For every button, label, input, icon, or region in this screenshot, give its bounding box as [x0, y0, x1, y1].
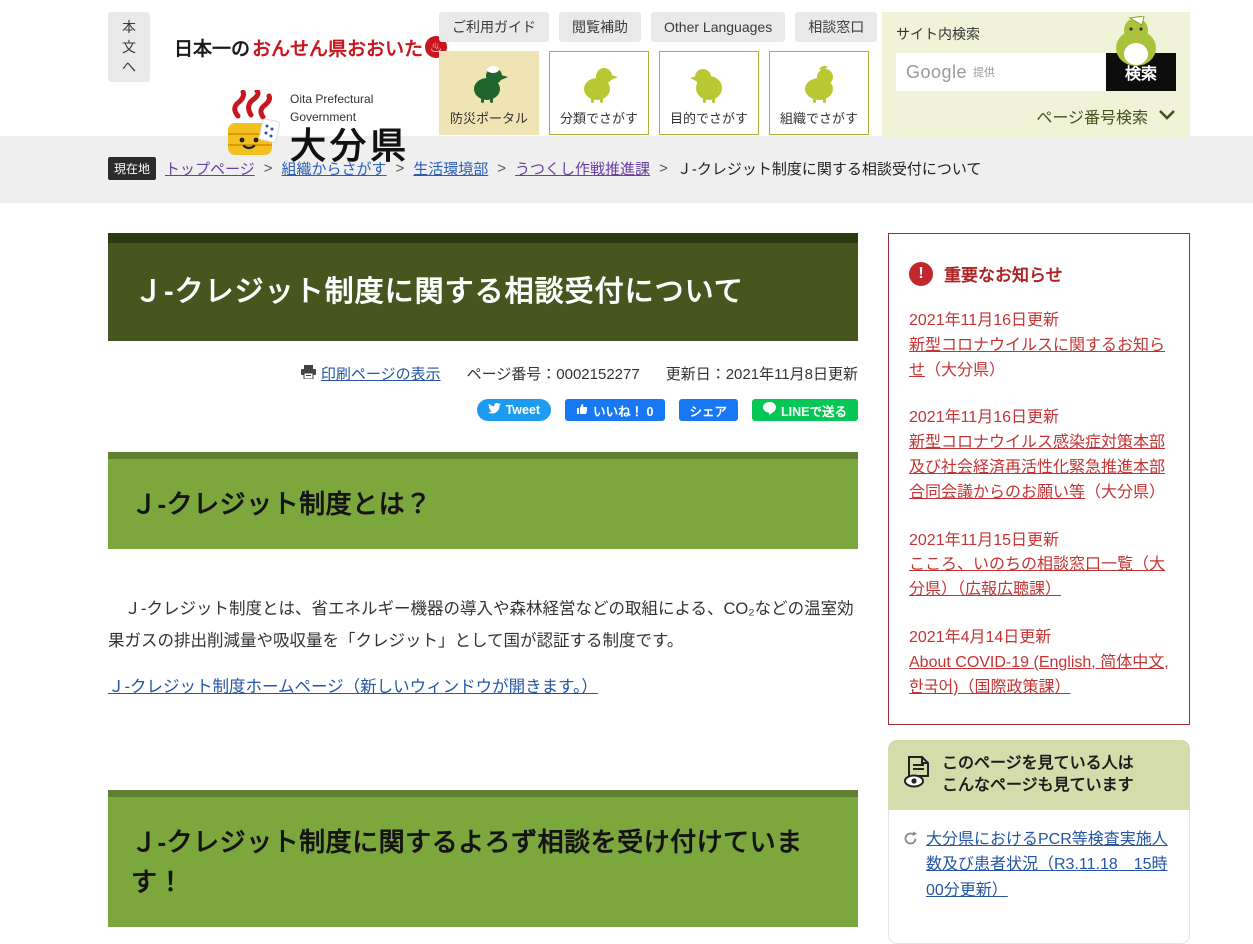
breadcrumb-current-page: Ｊ-クレジット制度に関する相談受付について [677, 158, 982, 179]
breadcrumb-strip: 現在地 トップページ > 組織からさがす > 生活環境部 > うつくし作戦推進課… [0, 136, 1253, 203]
jcredit-homepage-link-row: Ｊ-クレジット制度ホームページ（新しいウィンドウが開きます。） [108, 673, 858, 697]
notice-suffix: （大分県） [925, 362, 1005, 379]
tweet-button[interactable]: Tweet [477, 399, 552, 421]
site-search-panel: サイト内検索 Google [882, 12, 1190, 138]
page-meta-row: 印刷ページの表示 ページ番号：0002152277 更新日：2021年11月8日… [108, 363, 858, 384]
breadcrumb-link-department[interactable]: 生活環境部 [413, 158, 488, 179]
search-by-category-button[interactable]: 分類でさがす [549, 51, 649, 135]
icon-button-label: 組織でさがす [780, 108, 858, 127]
nav-button-other-languages[interactable]: Other Languages [651, 12, 785, 42]
disaster-portal-button[interactable]: 防災ポータル [439, 51, 539, 135]
breadcrumb-link-division[interactable]: うつくし作戦推進課 [515, 158, 650, 179]
related-pages-body: 大分県におけるPCR等検査実施人数及び患者状況（R3.11.18 15時00分更… [888, 810, 1190, 944]
google-logo: Google [906, 62, 967, 83]
line-share-label: LINEで送る [781, 401, 847, 420]
oita-mascot-icon [220, 90, 284, 165]
nav-button-consultation[interactable]: 相談窓口 [795, 12, 877, 42]
related-pages-title-line2: こんなページも見ています [942, 777, 1134, 794]
skip-to-content-button[interactable]: 本文へ [108, 12, 150, 82]
related-pages-box: このページを見ている人は こんなページも見ています 大分県におけるPCR等検査実… [888, 740, 1190, 944]
page-title: Ｊ-クレジット制度に関する相談受付について [108, 233, 858, 341]
related-page-link-pcr[interactable]: 大分県におけるPCR等検査実施人数及び患者状況（R3.11.18 15時00分更… [926, 827, 1175, 904]
bird-mascot-icon [799, 65, 839, 106]
icon-button-label: 防災ポータル [450, 108, 528, 127]
like-label: いいね！ 0 [593, 401, 653, 420]
share-label: シェア [690, 401, 728, 420]
notice-item: 2021年11月16日更新 新型コロナウイルスに関するお知らせ（大分県） [909, 309, 1169, 383]
site-logo[interactable]: Oita Prefectural Government 大分県 [220, 90, 413, 166]
notice-date: 2021年4月14日更新 [909, 626, 1169, 651]
notice-date: 2021年11月16日更新 [909, 309, 1169, 334]
nav-button-user-guide[interactable]: ご利用ガイド [439, 12, 549, 42]
current-location-badge: 現在地 [108, 157, 156, 180]
page-number-search-toggle[interactable]: ページ番号検索 [896, 104, 1176, 128]
page-views-icon [902, 756, 932, 795]
search-by-organization-button[interactable]: 組織でさがす [769, 51, 869, 135]
prefecture-slogan: 日本一のおんせん県おおいた ♨ [174, 34, 447, 61]
slogan-prefix: 日本一の [174, 34, 250, 61]
icon-button-label: 分類でさがす [560, 108, 638, 127]
facebook-share-button[interactable]: シェア [679, 399, 739, 421]
facebook-like-button[interactable]: いいね！ 0 [565, 399, 664, 421]
site-search-input[interactable]: Google 提供 [896, 53, 1106, 91]
breadcrumb-link-top[interactable]: トップページ [165, 158, 255, 179]
notice-item: 2021年11月15日更新 こころ、いのちの相談窓口一覧（大分県）（広報広聴課） [909, 529, 1169, 603]
icon-button-label: 目的でさがす [670, 108, 748, 127]
important-notices-box: ! 重要なお知らせ 2021年11月16日更新 新型コロナウイルスに関するお知ら… [888, 233, 1190, 725]
notice-suffix-link[interactable]: （国際政策課） [959, 679, 1071, 696]
slogan-main: おんせん県おおいた [252, 34, 423, 61]
breadcrumb-separator: > [264, 160, 273, 177]
notice-item: 2021年11月16日更新 新型コロナウイルス感染症対策本部及び社会経済再活性化… [909, 406, 1169, 505]
social-share-row: Tweet いいね！ 0 シェア LINEで送る [108, 399, 858, 421]
page-number-search-label: ページ番号検索 [1036, 104, 1148, 128]
notice-date: 2021年11月15日更新 [909, 529, 1169, 554]
breadcrumb-separator: > [659, 160, 668, 177]
breadcrumb-separator: > [497, 160, 506, 177]
updated-date: 更新日：2021年11月8日更新 [666, 363, 858, 384]
printer-icon [301, 365, 316, 383]
line-share-button[interactable]: LINEで送る [752, 399, 858, 421]
google-provided-label: 提供 [973, 64, 995, 80]
breadcrumb-link-organization[interactable]: 組織からさがす [281, 158, 386, 179]
jcredit-homepage-link[interactable]: Ｊ-クレジット制度ホームページ（新しいウィンドウが開きます。） [108, 678, 598, 696]
search-by-purpose-button[interactable]: 目的でさがす [659, 51, 759, 135]
print-page-label: 印刷ページの表示 [321, 363, 441, 384]
bird-mascot-icon [579, 65, 619, 106]
related-pages-header: このページを見ている人は こんなページも見ています [888, 740, 1190, 809]
sidebar: ! 重要なお知らせ 2021年11月16日更新 新型コロナウイルスに関するお知ら… [888, 233, 1190, 944]
notice-date: 2021年11月16日更新 [909, 406, 1169, 431]
line-icon [763, 402, 776, 418]
exclamation-icon: ! [909, 262, 933, 286]
related-page-item: 大分県におけるPCR等検査実施人数及び患者状況（R3.11.18 15時00分更… [903, 827, 1175, 904]
bird-mascot-icon [469, 65, 509, 106]
twitter-bird-icon [488, 403, 501, 417]
important-notices-title-row: ! 重要なお知らせ [909, 261, 1169, 286]
nav-button-accessibility[interactable]: 閲覧補助 [559, 12, 641, 42]
section-heading-what-is-jcredit: Ｊ-クレジット制度とは？ [108, 452, 858, 549]
thumbs-up-icon [576, 403, 588, 418]
section-heading-consultation: Ｊ-クレジット制度に関するよろず相談を受け付けています！ [108, 790, 858, 928]
tweet-label: Tweet [506, 403, 541, 417]
site-header: 本文へ 日本一のおんせん県おおいた ♨ [108, 0, 1190, 136]
refresh-icon [903, 829, 918, 904]
notice-item: 2021年4月14日更新 About COVID-19 (English, 简体… [909, 626, 1169, 700]
print-page-link[interactable]: 印刷ページの表示 [301, 363, 441, 384]
notice-suffix: （大分県） [1085, 484, 1165, 501]
important-notices-title: 重要なお知らせ [944, 261, 1063, 286]
main-content: Ｊ-クレジット制度に関する相談受付について 印刷ページの表示 ページ番号：000… [108, 233, 858, 927]
search-bird-mascot-icon [1108, 16, 1164, 73]
logo-english-text: Oita Prefectural Government [290, 92, 373, 124]
breadcrumb-separator: > [396, 160, 405, 177]
notice-suffix-link[interactable]: （広報広聴課） [957, 581, 1061, 598]
breadcrumb: 現在地 トップページ > 組織からさがす > 生活環境部 > うつくし作戦推進課… [108, 157, 1190, 180]
jcredit-description-paragraph: Ｊ-クレジット制度とは、省エネルギー機器の導入や森林経営などの取組による、CO₂… [108, 593, 858, 657]
page-number: ページ番号：0002152277 [467, 363, 640, 384]
related-pages-title-line1: このページを見ている人は [942, 755, 1134, 772]
chevron-down-icon [1158, 107, 1176, 125]
bird-mascot-icon [689, 65, 729, 106]
